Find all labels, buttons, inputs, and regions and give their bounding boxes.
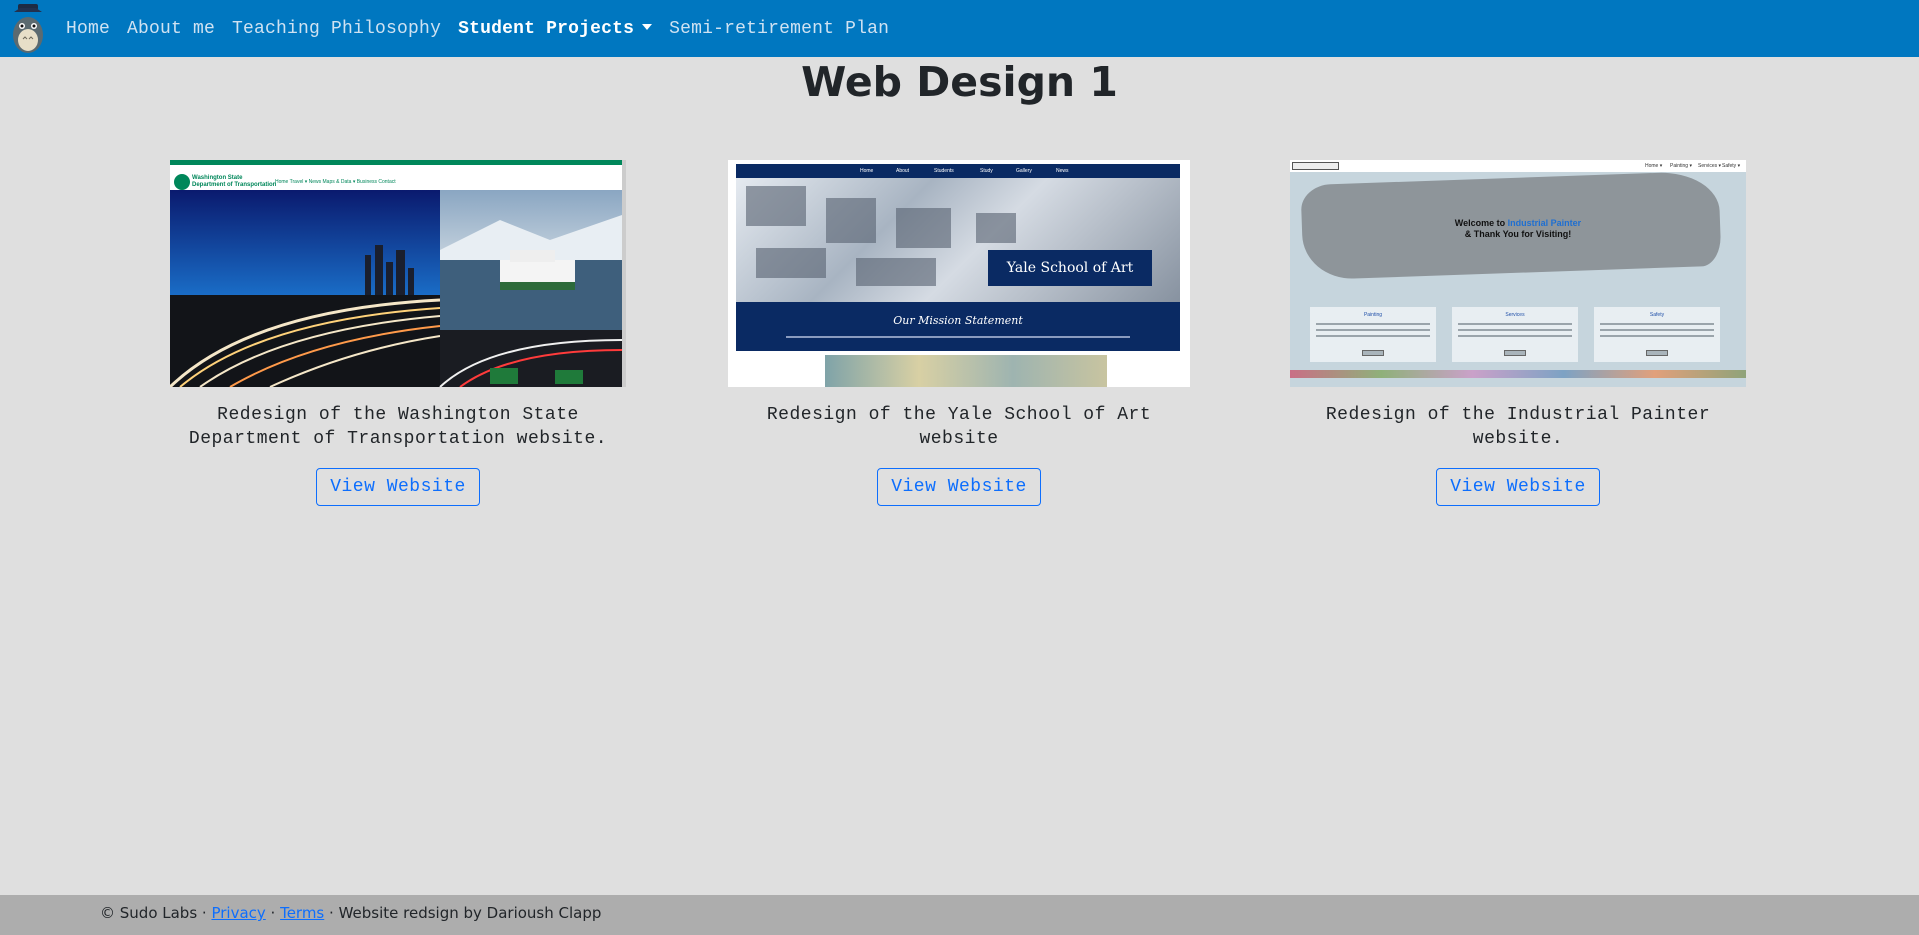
thumb-nav-home: Home [860,168,874,174]
caption-line-2: Department of Transportation website. [188,429,608,449]
caption-line-2: website. [1472,429,1564,449]
thumb-nav-gallery: Gallery [1016,168,1032,174]
caret-down-icon [642,23,653,30]
thumb-mission-band: Our Mission Statement [736,302,1180,351]
thumb-logo-text: Washington State Department of Transport… [192,175,276,189]
project-caption-industrial-painter: Redesign of the Industrial Painter websi… [1290,403,1746,451]
nav-student-projects-dropdown[interactable]: Student Projects [458,18,653,39]
thumb-nav-services: Services ▾ [1698,163,1722,169]
thumb-logo-line1: Washington State [192,175,243,181]
caption-line-1: Redesign of the Washington State [217,405,579,425]
thumb-card-button [1504,350,1526,356]
nav-semi-retirement-plan[interactable]: Semi-retirement Plan [669,19,889,39]
thumb-welcome-text: Welcome to Industrial Painter & Thank Yo… [1290,218,1746,240]
thumb-welcome-line2: & Thank You for Visiting! [1464,229,1572,239]
navbar: Home About me Teaching Philosophy Studen… [0,0,1919,57]
project-card-yale: Home About Students Study Gallery News Y… [728,160,1190,506]
footer-separator: · [265,904,281,922]
thumb-nav: Home ▾ Painting ▾ Services ▾ Safety ▾ [1290,160,1746,172]
wsdot-logo-icon [174,174,190,190]
footer-terms-link[interactable]: Terms [280,904,324,922]
project-card-wsdot: Washington State Department of Transport… [170,160,626,506]
city-night-photo [170,190,622,387]
thumb-nav-news: News [1056,168,1069,174]
project-card-industrial-painter: Home ▾ Painting ▾ Services ▾ Safety ▾ We… [1290,160,1746,506]
nav-student-projects-label: Student Projects [458,18,635,39]
thumb-card-services: Services [1452,307,1578,362]
project-thumbnail-industrial-painter[interactable]: Home ▾ Painting ▾ Services ▾ Safety ▾ We… [1290,160,1746,387]
view-website-button-industrial-painter[interactable]: View Website [1436,468,1600,506]
thumb-nav-students: Students [934,168,954,174]
thumb-card-title: Services [1505,312,1525,318]
view-website-button-yale[interactable]: View Website [877,468,1041,506]
thumb-card-button [1362,350,1384,356]
thumb-logo-line2: Department of Transportation [192,182,277,188]
thumb-nav-painting: Painting ▾ [1670,163,1692,169]
caption-line-1: Redesign of the Industrial Painter [1325,405,1711,425]
thumb-welcome-brand: Industrial Painter [1507,218,1582,228]
thumb-nav-home: Home ▾ [1645,163,1663,169]
thumb-card-title: Safety [1649,312,1665,318]
thumb-welcome-line1: Welcome to Industrial Painter [1290,218,1746,229]
project-caption-wsdot: Redesign of the Washington State Departm… [170,403,626,451]
thumb-nav-study: Study [980,168,993,174]
footer-text: © Sudo Labs · Privacy · Terms · Website … [100,904,601,922]
caption-line-1: Redesign of the Yale School of Art websi… [766,405,1152,449]
thumb-card-title: Painting [1363,312,1383,318]
thumb-nav-about: About [896,168,910,174]
project-thumbnail-yale[interactable]: Home About Students Study Gallery News Y… [728,160,1190,387]
thumb-mission-title: Our Mission Statement [893,314,1023,327]
thumb-image-strip [1290,370,1746,378]
page-title: Web Design 1 [801,58,1118,106]
project-thumbnail-wsdot[interactable]: Washington State Department of Transport… [170,160,626,387]
nav-home[interactable]: Home [66,19,110,39]
thumb-card-safety: Safety [1594,307,1720,362]
project-caption-yale: Redesign of the Yale School of Art websi… [728,403,1190,451]
brand-logo[interactable] [8,3,48,55]
thumb-nav-links: Home Travel ▾ News Maps & Data ▾ Busines… [275,179,396,185]
thumb-nav: Home About Students Study Gallery News [736,164,1180,178]
thumb-welcome-prefix: Welcome to [1454,218,1508,228]
view-website-button-wsdot[interactable]: View Website [316,468,480,506]
nav-about-me[interactable]: About me [127,19,215,39]
thumb-yale-title-box: Yale School of Art [988,250,1152,286]
thumb-header: Washington State Department of Transport… [170,165,622,190]
thumb-nav-safety: Safety ▾ [1722,163,1741,169]
footer: © Sudo Labs · Privacy · Terms · Website … [0,895,1919,935]
thumb-card-painting: Painting [1310,307,1436,362]
thumb-mission-text [786,336,1130,338]
totoro-logo-icon [13,3,43,53]
thumb-artwork-image [825,355,1107,387]
footer-copyright: © Sudo Labs · [100,904,212,922]
thumb-card-button [1646,350,1668,356]
footer-credit: · Website redsign by Darioush Clapp [324,904,602,922]
footer-privacy-link[interactable]: Privacy [211,904,265,922]
thumb-logo-icon [1292,162,1339,170]
nav-teaching-philosophy[interactable]: Teaching Philosophy [232,19,441,39]
